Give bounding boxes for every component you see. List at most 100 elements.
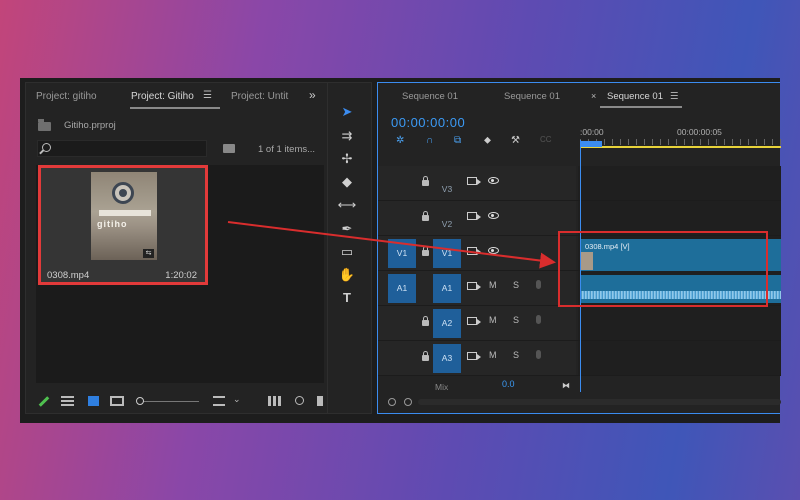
zoom-slider[interactable] [139,401,199,402]
tab-sequence-2[interactable]: Sequence 01 [504,91,560,102]
project-bottom-bar: ⌄ [26,388,331,414]
microphone-icon[interactable] [536,280,541,289]
eye-icon[interactable] [488,247,499,254]
project-panel: Project: gitiho Project: Gitiho ☰ Projec… [25,82,332,414]
camera-icon[interactable] [467,212,481,220]
rectangle-tool-icon[interactable]: ▭ [337,243,357,261]
automate-to-sequence-icon[interactable] [268,396,281,406]
hand-tool-icon[interactable]: ✋ [337,266,357,284]
marker-icon[interactable]: ⬥ [484,135,491,146]
items-count: 1 of 1 items... [258,144,316,155]
search-icon [42,143,51,152]
new-bin-icon[interactable] [223,144,235,153]
tools-panel: ➤ ⇉ ✢ ◆ ⟷ ✒ ▭ ✋ T [327,82,372,414]
microphone-icon[interactable] [536,350,541,359]
track-select-tool-icon[interactable]: ⇉ [337,127,357,145]
scrollbar-track[interactable] [418,399,781,405]
snap-icon[interactable]: ∩ [426,135,433,146]
mute-button[interactable]: M [489,280,497,290]
lock-icon[interactable] [422,316,429,326]
razor-tool-icon[interactable]: ◆ [337,173,357,191]
icon-view-icon[interactable] [88,396,99,406]
lock-icon[interactable] [422,246,429,256]
timeline-scrollbar[interactable] [378,395,781,409]
playhead-timecode[interactable]: 00:00:00:00 [391,115,465,130]
tab-sequence-1[interactable]: Sequence 01 [402,91,458,102]
wrench-icon[interactable]: ⚒ [511,135,520,146]
zoom-handle-left[interactable] [388,398,396,406]
search-input[interactable] [37,140,207,157]
overflow-icon[interactable]: » [309,88,316,102]
target-patch-v1[interactable]: V1 [433,239,461,268]
target-patch-a2[interactable]: A2 [433,309,461,338]
solo-button[interactable]: S [513,350,519,360]
mix-volume-value[interactable]: 0.0 [502,379,515,389]
track-label[interactable]: V3 [433,169,461,198]
project-tabs: Project: gitiho Project: Gitiho ☰ Projec… [26,83,331,111]
track-area[interactable] [578,166,781,200]
find-icon[interactable] [295,396,304,405]
slip-tool-icon[interactable]: ⟷ [337,196,357,214]
selection-tool-icon[interactable]: ➤ [337,103,357,121]
linked-selection-icon[interactable]: ⧉ [454,135,461,146]
tab-project-gitiho-active[interactable]: Project: Gitiho [131,91,194,102]
track-label[interactable]: V2 [433,204,461,233]
microphone-icon[interactable] [536,315,541,324]
folder-icon [38,119,51,131]
pencil-icon[interactable] [38,396,50,407]
captions-icon[interactable]: CC [540,135,552,144]
ruler-mark: 00:00:00:05 [677,127,722,137]
tab-project-gitiho[interactable]: Project: gitiho [36,91,97,102]
pen-tool-icon[interactable]: ✒ [337,220,357,238]
thumb-text: gitiho [97,219,128,229]
clip-name: 0308.mp4 [47,270,90,281]
clip-type-icon: ⇆ [143,249,154,258]
camera-icon[interactable] [467,247,481,255]
eye-icon[interactable] [488,212,499,219]
list-view-icon[interactable] [61,396,74,406]
track-area[interactable] [578,201,781,235]
sync-lock-icon[interactable] [467,317,481,325]
mute-button[interactable]: M [489,315,497,325]
target-patch-a3[interactable]: A3 [433,344,461,373]
panel-menu-icon[interactable]: ☰ [670,91,679,102]
timeline-clip-highlight [558,231,768,307]
lock-icon[interactable] [422,176,429,186]
type-tool-icon[interactable]: T [337,289,357,307]
source-patch-a1[interactable]: A1 [388,274,416,303]
zoom-handle-right[interactable] [404,398,412,406]
solo-button[interactable]: S [513,315,519,325]
clip-duration: 1:20:02 [165,270,197,281]
solo-button[interactable]: S [513,280,519,290]
nest-icon[interactable]: ✲ [396,135,404,146]
sync-lock-icon[interactable] [467,282,481,290]
lock-icon[interactable] [422,211,429,221]
zoom-slider-knob[interactable] [136,397,144,405]
camera-icon[interactable] [467,177,481,185]
freeform-view-icon[interactable] [110,396,124,406]
eye-icon[interactable] [488,177,499,184]
close-icon[interactable]: × [591,91,596,101]
ripple-edit-tool-icon[interactable]: ✢ [337,150,357,168]
track-area[interactable] [578,306,781,340]
track-area[interactable] [578,341,781,375]
tab-sequence-3-active[interactable]: Sequence 01 [607,91,663,102]
mute-button[interactable]: M [489,350,497,360]
trash-icon[interactable] [317,396,323,406]
sync-lock-icon[interactable] [467,352,481,360]
playhead-handle[interactable] [580,141,602,147]
tab-project-untitled[interactable]: Project: Untit [231,91,288,102]
source-patch-v1[interactable]: V1 [388,239,416,268]
thumb-bar [99,210,151,216]
target-patch-a1[interactable]: A1 [433,274,461,303]
work-area-bar[interactable] [580,146,781,148]
panel-menu-icon[interactable]: ☰ [203,90,212,101]
time-ruler[interactable] [580,139,781,145]
chevron-down-icon[interactable]: ⌄ [233,394,241,405]
go-to-edit-icon[interactable]: ⧓ [562,381,570,390]
ruler-start: :00:00 [580,127,604,137]
clip-card[interactable]: gitiho ⇆ 0308.mp4 1:20:02 [38,165,208,285]
sort-icon[interactable] [213,396,225,406]
lock-icon[interactable] [422,351,429,361]
logo-icon [112,182,134,204]
